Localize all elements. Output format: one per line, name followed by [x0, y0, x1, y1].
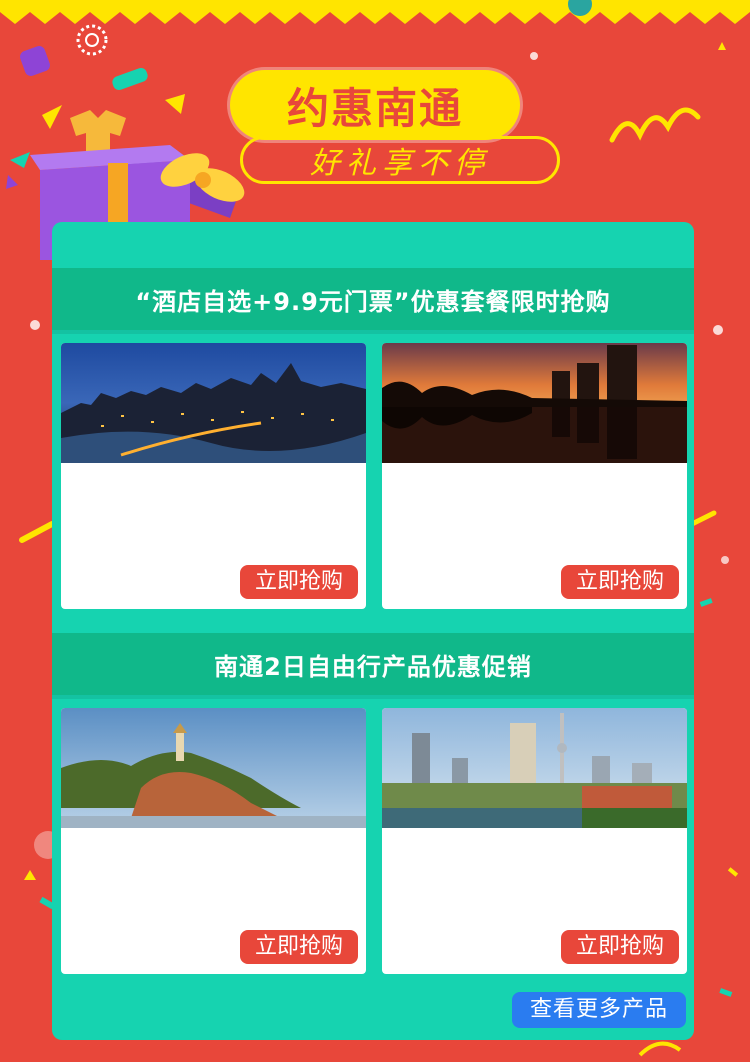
- city-night-skyline-image: [61, 343, 366, 463]
- product-card[interactable]: 立即抢购: [382, 708, 687, 974]
- buy-now-button[interactable]: 立即抢购: [240, 930, 358, 964]
- view-more-products-button[interactable]: 查看更多产品: [512, 992, 686, 1028]
- buy-now-button[interactable]: 立即抢购: [561, 565, 679, 599]
- buy-now-button[interactable]: 立即抢购: [561, 930, 679, 964]
- header-subtitle-pill: 好礼享不停: [240, 136, 560, 184]
- page-subtitle: 好礼享不停: [310, 146, 490, 181]
- section-heading-free-travel: 南通2日自由行产品优惠促销: [52, 633, 694, 695]
- product-card[interactable]: 立即抢购: [61, 708, 366, 974]
- buy-now-button[interactable]: 立即抢购: [240, 565, 358, 599]
- product-card[interactable]: 立即抢购: [382, 343, 687, 609]
- sunset-lake-reflection-image: [382, 343, 687, 463]
- section-title: 南通2日自由行产品优惠促销: [214, 652, 532, 681]
- section-heading-hotel-package: “酒店自选+9.9元门票”优惠套餐限时抢购: [52, 268, 694, 330]
- section-title: “酒店自选+9.9元门票”优惠套餐限时抢购: [135, 287, 611, 316]
- city-tower-river-image: [382, 708, 687, 828]
- product-card[interactable]: 立即抢购: [61, 343, 366, 609]
- header-title-pill: 约惠南通: [230, 70, 520, 140]
- page-title: 约惠南通: [286, 83, 463, 133]
- hill-pagoda-image: [61, 708, 366, 828]
